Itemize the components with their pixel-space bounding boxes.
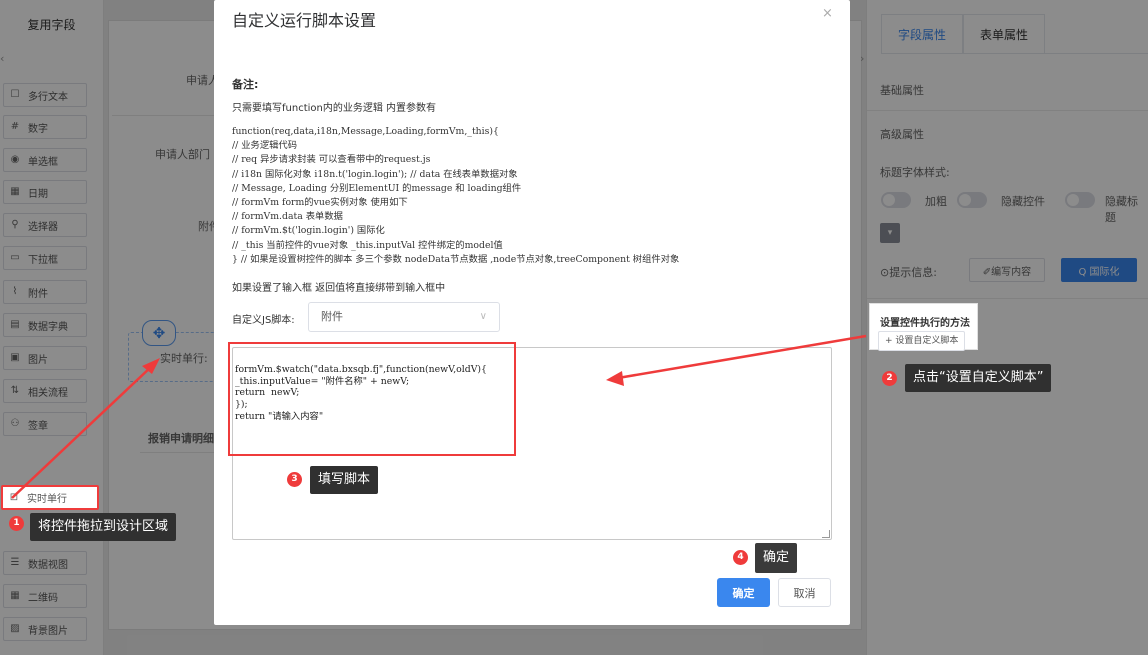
arrow-drag bbox=[11, 365, 153, 499]
annotation-badge-3: 3 bbox=[287, 472, 302, 487]
annotation-badge-1: 1 bbox=[9, 516, 24, 531]
annotation-callout-2: 点击“设置自定义脚本” bbox=[905, 364, 1052, 392]
annotation-badge-2: 2 bbox=[882, 371, 897, 386]
arrow-script-head bbox=[606, 371, 624, 386]
annotation-badge-4: 4 bbox=[733, 550, 748, 565]
annotation-arrows bbox=[11, 334, 867, 499]
annotation-callout-3: 填写脚本 bbox=[310, 466, 379, 494]
arrow-script bbox=[617, 334, 867, 380]
annotation-callout-1: 将控件拖拉到设计区域 bbox=[30, 513, 177, 541]
annotation-callout-4: 确定 bbox=[755, 543, 798, 573]
